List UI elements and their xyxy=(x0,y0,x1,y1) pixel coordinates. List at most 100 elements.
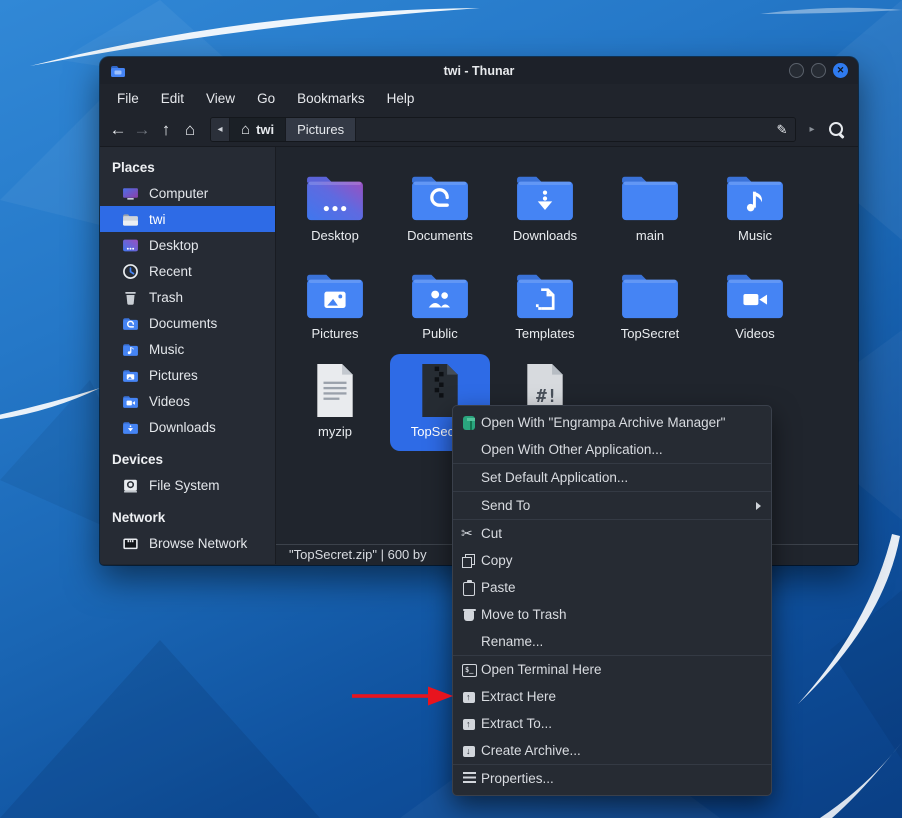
folder-icon xyxy=(514,161,576,223)
folder-pictures-icon xyxy=(122,367,139,384)
drive-icon xyxy=(122,477,139,494)
context-menu-item-send-to[interactable]: Send To xyxy=(453,492,771,519)
desktop: twi - Thunar ✕ FileEditViewGoBookmarksHe… xyxy=(0,0,902,818)
trash-icon xyxy=(122,289,139,306)
menubar-item-help[interactable]: Help xyxy=(376,87,426,110)
file-music[interactable]: Music xyxy=(705,158,805,255)
sidebar-item-computer[interactable]: Computer xyxy=(100,180,275,206)
back-icon[interactable]: ← xyxy=(106,118,130,142)
svg-text:#!: #! xyxy=(536,387,557,407)
menubar-item-go[interactable]: Go xyxy=(246,87,286,110)
sidebar-item-videos[interactable]: Videos xyxy=(100,388,275,414)
folder-icon xyxy=(514,259,576,321)
file-documents[interactable]: Documents xyxy=(390,158,490,255)
folder-icon xyxy=(409,259,471,321)
network-icon xyxy=(122,535,139,552)
pathbar-scroll-right-icon[interactable]: ▸ xyxy=(804,124,820,135)
context-menu-item-open-with-engrampa-archive-manager[interactable]: Open With "Engrampa Archive Manager" xyxy=(453,409,771,436)
file-desktop[interactable]: Desktop xyxy=(285,158,385,255)
context-menu-item-extract-here[interactable]: Extract Here xyxy=(453,683,771,710)
location-field[interactable]: ✎ xyxy=(356,118,795,141)
pathbar-crumb-pictures[interactable]: Pictures xyxy=(286,118,356,141)
context-menu-item-set-default-application[interactable]: Set Default Application... xyxy=(453,464,771,491)
extract-icon xyxy=(461,716,477,732)
file-main[interactable]: main xyxy=(600,158,700,255)
folder-icon xyxy=(304,161,366,223)
context-menu: Open With "Engrampa Archive Manager"Open… xyxy=(452,405,772,796)
copy-icon xyxy=(461,553,477,569)
folder-icon xyxy=(619,259,681,321)
file-public[interactable]: Public xyxy=(390,256,490,353)
recent-icon xyxy=(122,263,139,280)
sidebar-item-recent[interactable]: Recent xyxy=(100,258,275,284)
context-menu-item-paste[interactable]: Paste xyxy=(453,574,771,601)
menubar-item-edit[interactable]: Edit xyxy=(150,87,195,110)
file-videos[interactable]: Videos xyxy=(705,256,805,353)
context-menu-item-extract-to[interactable]: Extract To... xyxy=(453,710,771,737)
file-templates[interactable]: Templates xyxy=(495,256,595,353)
computer-icon xyxy=(122,185,139,202)
sidebar-item-music[interactable]: Music xyxy=(100,336,275,362)
folder-icon xyxy=(409,161,471,223)
submenu-arrow-icon xyxy=(756,502,761,510)
file-topsecret[interactable]: TopSecret xyxy=(600,256,700,353)
folder-documents-icon xyxy=(122,315,139,332)
engrampa-icon xyxy=(463,416,475,430)
edit-path-icon[interactable]: ✎ xyxy=(769,122,795,138)
context-menu-item-create-archive[interactable]: Create Archive... xyxy=(453,737,771,764)
home-icon[interactable]: ⌂ xyxy=(178,118,202,142)
sidebar-section-places: Places xyxy=(100,154,275,180)
context-menu-item-move-to-trash[interactable]: Move to Trash xyxy=(453,601,771,628)
sidebar-item-trash[interactable]: Trash xyxy=(100,284,275,310)
home-folder-icon xyxy=(122,211,139,228)
folder-icon xyxy=(304,259,366,321)
sidebar-section-network: Network xyxy=(100,504,275,530)
search-icon[interactable] xyxy=(826,119,848,141)
pathbar-crumb-twi[interactable]: ⌂twi xyxy=(230,118,286,141)
extract-icon xyxy=(461,689,477,705)
menubar-item-bookmarks[interactable]: Bookmarks xyxy=(286,87,376,110)
sidebar-item-pictures[interactable]: Pictures xyxy=(100,362,275,388)
menubar-item-view[interactable]: View xyxy=(195,87,246,110)
sidebar-item-browse-network[interactable]: Browse Network xyxy=(100,530,275,556)
up-icon[interactable]: ↑ xyxy=(154,118,178,142)
close-button[interactable]: ✕ xyxy=(833,63,848,78)
textfile-icon xyxy=(312,357,358,419)
lines-icon xyxy=(463,772,476,785)
cut-icon xyxy=(461,526,477,542)
sidebar-item-file-system[interactable]: File System xyxy=(100,472,275,498)
annotation-arrow xyxy=(350,684,456,708)
menubar-item-file[interactable]: File xyxy=(106,87,150,110)
archive-icon xyxy=(461,743,477,759)
context-menu-item-rename[interactable]: Rename... xyxy=(453,628,771,655)
sidebar-item-documents[interactable]: Documents xyxy=(100,310,275,336)
toolbar: ← → ↑ ⌂ ◂ ⌂twiPictures ✎ ▸ xyxy=(100,113,858,147)
minimize-button[interactable] xyxy=(789,63,804,78)
context-menu-item-copy[interactable]: Copy xyxy=(453,547,771,574)
home-icon: ⌂ xyxy=(241,122,250,137)
folder-icon xyxy=(724,259,786,321)
folder-videos-icon xyxy=(122,393,139,410)
context-menu-item-cut[interactable]: Cut xyxy=(453,520,771,547)
folder-icon xyxy=(619,161,681,223)
context-menu-item-properties[interactable]: Properties... xyxy=(453,765,771,792)
sidebar-item-twi[interactable]: twi xyxy=(100,206,275,232)
file-pictures[interactable]: Pictures xyxy=(285,256,385,353)
trash-icon xyxy=(461,607,477,623)
maximize-button[interactable] xyxy=(811,63,826,78)
titlebar[interactable]: twi - Thunar ✕ xyxy=(100,57,858,84)
blank-icon xyxy=(461,498,477,514)
sidebar-item-desktop[interactable]: Desktop xyxy=(100,232,275,258)
desktop-icon xyxy=(122,237,139,254)
context-menu-item-open-with-other-application[interactable]: Open With Other Application... xyxy=(453,436,771,463)
pathbar-scroll-left-icon[interactable]: ◂ xyxy=(211,118,230,141)
file-myzip[interactable]: myzip xyxy=(285,354,385,451)
sidebar-item-downloads[interactable]: Downloads xyxy=(100,414,275,440)
forward-icon[interactable]: → xyxy=(130,118,154,142)
file-downloads[interactable]: Downloads xyxy=(495,158,595,255)
context-menu-item-open-terminal-here[interactable]: Open Terminal Here xyxy=(453,656,771,683)
folder-music-icon xyxy=(122,341,139,358)
pathbar: ◂ ⌂twiPictures ✎ xyxy=(210,117,796,142)
folder-icon xyxy=(724,161,786,223)
menubar: FileEditViewGoBookmarksHelp xyxy=(100,84,858,113)
